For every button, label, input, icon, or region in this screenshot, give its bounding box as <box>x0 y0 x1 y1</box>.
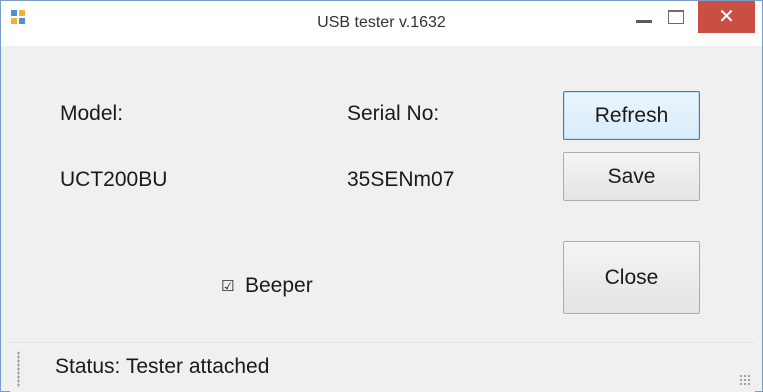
model-value: UCT200BU <box>60 168 168 191</box>
close-icon[interactable]: ✕ <box>698 1 755 33</box>
title-bar[interactable]: USB tester v.1632 ✕ <box>1 1 762 46</box>
minimize-icon[interactable] <box>630 1 658 33</box>
main-panel: Model: Serial No: UCT200BU 35SENm07 Refr… <box>10 46 755 342</box>
status-text: Status: Tester attached <box>55 355 270 378</box>
beeper-label[interactable]: Beeper <box>245 274 313 298</box>
app-window: USB tester v.1632 ✕ Model: Serial No: UC… <box>0 0 763 392</box>
refresh-button[interactable]: Refresh <box>563 91 700 140</box>
checkbox-icon[interactable]: ☑ <box>221 278 234 293</box>
maximize-icon[interactable] <box>662 1 690 33</box>
status-bar: Status: Tester attached <box>10 342 755 392</box>
serial-value: 35SENm07 <box>347 168 455 191</box>
status-grip-icon <box>17 351 20 387</box>
beeper-checkbox[interactable]: ☑ Beeper <box>221 273 313 299</box>
close-button[interactable]: Close <box>563 241 700 314</box>
size-grip-icon[interactable] <box>739 374 751 386</box>
save-button[interactable]: Save <box>563 152 700 201</box>
model-label: Model: <box>60 102 124 125</box>
serial-label: Serial No: <box>347 102 440 125</box>
